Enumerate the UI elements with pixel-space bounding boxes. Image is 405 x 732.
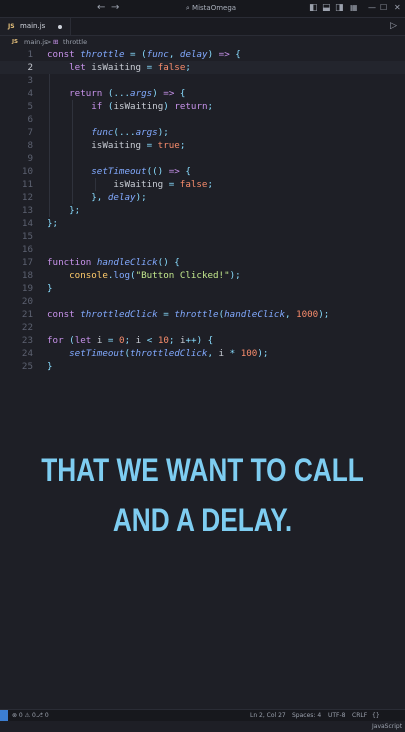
- code-line: 4 return (...args) => {: [27, 88, 186, 99]
- status-bar: ⊗ 0 ⚠ 0 ⎇ 0 Ln 2, Col 27 Spaces: 4 UTF-8…: [0, 709, 405, 730]
- js-file-icon: JS: [12, 39, 19, 45]
- symbol-icon: ⊞: [53, 38, 59, 46]
- code-line: 19}: [21, 283, 53, 294]
- code-line: 9: [27, 153, 33, 164]
- ports-indicator[interactable]: ⎇ 0: [36, 710, 49, 721]
- code-line: 22: [21, 322, 33, 333]
- close-icon[interactable]: ✕: [394, 2, 401, 14]
- code-line: 5 if (isWaiting) return;: [27, 101, 214, 112]
- code-line: 14};: [21, 218, 59, 229]
- forward-arrow-icon[interactable]: →: [111, 2, 119, 14]
- command-center-search[interactable]: ⌕ MistaOmega: [136, 2, 286, 14]
- split-editor-icon[interactable]: ◨: [335, 2, 344, 14]
- js-file-icon: JS: [8, 23, 15, 30]
- breadcrumb-separator: >: [46, 38, 52, 46]
- code-line: 25}: [21, 361, 53, 372]
- code-line: 3: [27, 75, 33, 86]
- breadcrumb: JS main.js > ⊞ throttle: [0, 36, 405, 48]
- minimize-icon[interactable]: —: [368, 2, 376, 14]
- code-line: 6: [27, 114, 33, 125]
- tab-main-js[interactable]: JS main.js: [0, 18, 71, 35]
- search-text: MistaOmega: [192, 4, 237, 12]
- breadcrumb-file[interactable]: main.js: [24, 36, 48, 48]
- code-line: 11 isWaiting = false;: [21, 179, 214, 190]
- code-line: 12 }, delay);: [21, 192, 147, 203]
- code-line: 20: [21, 296, 33, 307]
- maximize-icon[interactable]: ☐: [380, 2, 387, 14]
- unsaved-dot-icon[interactable]: [58, 25, 62, 29]
- code-line: 10 setTimeout(() => {: [21, 166, 191, 177]
- encoding[interactable]: UTF-8: [328, 710, 346, 721]
- caption-line-1: THAT WE WANT TO CALL: [41, 452, 364, 488]
- code-line: 13 };: [21, 205, 81, 216]
- line-endings[interactable]: CRLF: [352, 710, 367, 721]
- remote-indicator[interactable]: [0, 710, 8, 721]
- code-line: 17 function handleClick() {: [21, 257, 180, 268]
- code-line: 1 const throttle = (func, delay) => {: [27, 49, 241, 60]
- code-line-active: 2 let isWaiting = false;: [0, 61, 405, 74]
- run-icon[interactable]: ▷: [390, 21, 397, 31]
- editor-tab-bar: JS main.js ▷: [0, 18, 405, 36]
- code-editor[interactable]: 1 const throttle = (func, delay) => { 2 l…: [0, 48, 405, 378]
- customize-layout-icon[interactable]: ▦: [350, 2, 358, 14]
- toggle-sidebar-icon[interactable]: ◧: [309, 2, 318, 14]
- code-line: 18 console.log("Button Clicked!");: [21, 270, 241, 281]
- breadcrumb-symbol[interactable]: throttle: [63, 36, 87, 48]
- code-line: 24 setTimeout(throttledClick, i * 100);: [21, 348, 269, 359]
- problems-indicator[interactable]: ⊗ 0 ⚠ 0: [12, 710, 36, 721]
- toggle-panel-icon[interactable]: ⬓: [322, 2, 331, 14]
- cursor-position[interactable]: Ln 2, Col 27: [250, 710, 286, 721]
- code-line: 7 func(...args);: [27, 127, 169, 138]
- tab-label: main.js: [20, 22, 46, 30]
- code-line: 21 const throttledClick = throttle(handle…: [21, 309, 330, 320]
- code-line: 15: [21, 231, 33, 242]
- language-mode[interactable]: {} JavaScript: [372, 710, 405, 732]
- caption-line-2: AND A DELAY.: [112, 502, 293, 538]
- title-bar: ← → ⌕ MistaOmega ◧ ⬓ ◨ ▦ — ☐ ✕: [0, 0, 405, 18]
- back-arrow-icon[interactable]: ←: [97, 2, 105, 14]
- code-line: 23 for (let i = 0; i < 10; i++) {: [21, 335, 214, 346]
- code-line: 8 isWaiting = true;: [27, 140, 186, 151]
- code-line: 16: [21, 244, 33, 255]
- indentation[interactable]: Spaces: 4: [292, 710, 321, 721]
